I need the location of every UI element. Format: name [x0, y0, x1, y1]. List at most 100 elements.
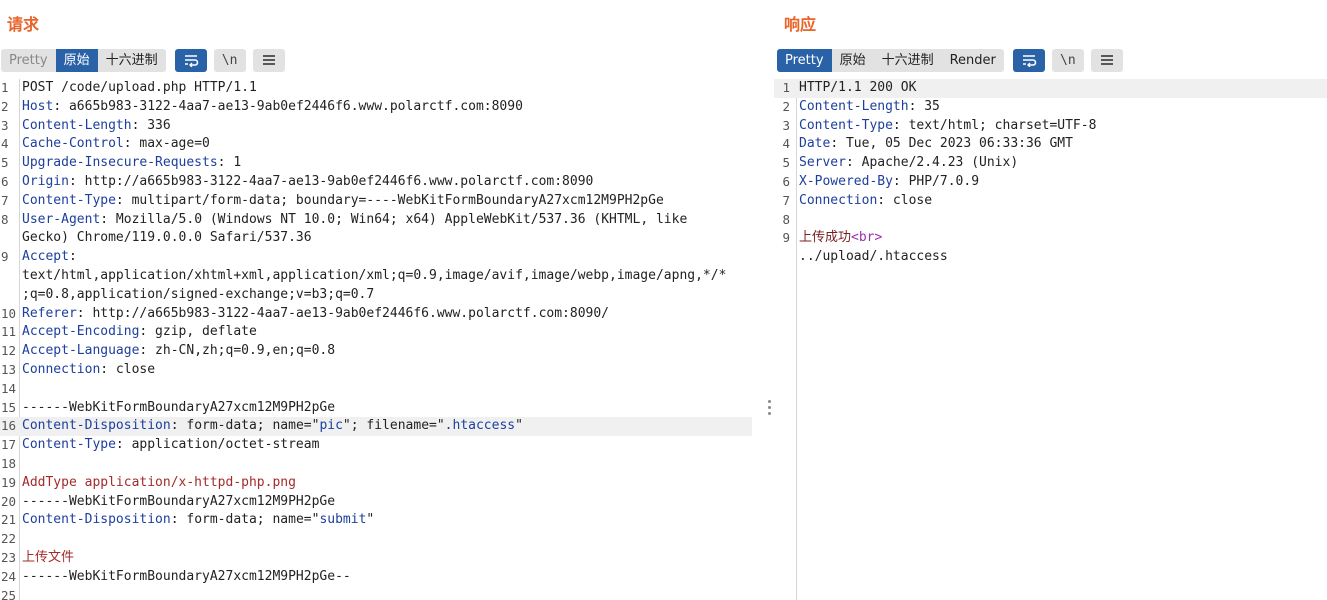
html-tag: <br> — [851, 230, 883, 246]
line-number: 18 — [1, 455, 17, 471]
header-name: Content-Type — [799, 117, 893, 133]
header-value: : Mozilla/5.0 (Windows NT 10.0; Win64; x… — [100, 211, 688, 227]
code-line: 7 Connection: close — [774, 192, 1327, 211]
code-line: 2 Host: a665b983-3122-4aa7-ae13-9ab0ef244… — [0, 98, 752, 117]
line-text: X-Powered-By: PHP/7.0.9 — [799, 173, 1327, 192]
line-number: 19 — [1, 474, 17, 490]
code-line: 6 X-Powered-By: PHP/7.0.9 — [774, 173, 1327, 192]
header-name: Content-Type — [22, 437, 116, 453]
response-tab-raw[interactable]: 原始 — [832, 49, 874, 72]
request-view-tabs: Pretty 原始 十六进制 — [1, 48, 166, 72]
line-text: ;q=0.8,application/signed-exchange;v=b3;… — [22, 286, 375, 302]
header-name: Host — [22, 98, 54, 114]
request-pane: 请求 Pretty 原始 十六进制 \n 1 POST /code/upload.… — [0, 0, 764, 600]
code-line: 16 Content-Disposition: form-data; name="… — [0, 417, 752, 437]
line-text: AddType application/x-httpd-php.png — [22, 474, 752, 493]
wrap-icon[interactable] — [1012, 48, 1045, 72]
line-text: POST /code/upload.php HTTP/1.1 — [22, 79, 752, 98]
line-number: 23 — [1, 549, 17, 565]
newline-label: \n — [221, 52, 238, 68]
header-value: ------WebKitFormBoundaryA27xcm12M9PH2pGe — [22, 399, 336, 415]
line-number: 3 — [782, 117, 790, 133]
line-number: 20 — [1, 493, 17, 509]
line-text: Content-Disposition: form-data; name="pi… — [22, 417, 752, 436]
header-name: Connection — [22, 361, 101, 377]
code-line-continuation: ../upload/.htaccess — [774, 248, 1327, 267]
header-value: : application/octet-stream — [115, 437, 320, 453]
line-number: 14 — [1, 380, 17, 396]
line-number: 5 — [1, 155, 9, 171]
line-number: 12 — [1, 343, 17, 359]
code-line: 8 User-Agent: Mozilla/5.0 (Windows NT 10.… — [0, 211, 752, 230]
body-text: AddType application/x-httpd-php.png — [22, 474, 296, 490]
newline-icon[interactable]: \n — [1051, 48, 1084, 72]
header-value: : 35 — [908, 98, 940, 114]
menu-icon[interactable] — [1090, 48, 1123, 72]
request-tab-hex[interactable]: 十六进制 — [98, 49, 166, 72]
code-line: 6 Origin: http://a665b983-3122-4aa7-ae13-… — [0, 173, 752, 192]
line-text: Accept-Language: zh-CN,zh;q=0.9,en;q=0.8 — [22, 342, 752, 361]
header-name: Content-Disposition — [22, 418, 171, 434]
request-tab-pretty[interactable]: Pretty — [1, 49, 56, 72]
line-text: 上传成功<br> — [799, 229, 1327, 248]
line-text: Content-Type: application/octet-stream — [22, 436, 752, 455]
line-number: 2 — [782, 98, 790, 114]
code-line: 3 Content-Type: text/html; charset=UTF-8 — [774, 117, 1327, 136]
code-line: 10 Referer: http://a665b983-3122-4aa7-ae1… — [0, 305, 752, 324]
request-tab-raw[interactable]: 原始 — [55, 48, 98, 72]
line-text: Cache-Control: max-age=0 — [22, 135, 752, 154]
code-line: 15 ------WebKitFormBoundaryA27xcm12M9PH2p… — [0, 399, 752, 418]
line-text: Accept-Encoding: gzip, deflate — [22, 323, 752, 342]
header-value: : text/html; charset=UTF-8 — [892, 117, 1097, 133]
header-value: : Apache/2.4.23 (Unix) — [845, 155, 1019, 171]
menu-icon[interactable] — [252, 48, 285, 72]
header-name: Content-Type — [22, 192, 116, 208]
header-name: Content-Length — [22, 117, 132, 133]
line-text: HTTP/1.1 200 OK — [799, 79, 1327, 98]
param-value: pic — [319, 418, 343, 434]
code-line: 5 Server: Apache/2.4.23 (Unix) — [774, 154, 1327, 173]
header-value: HTTP/1.1 200 OK — [799, 80, 917, 95]
newline-icon[interactable]: \n — [213, 48, 246, 72]
line-text: 上传文件 — [22, 549, 752, 568]
header-value: : http://a665b983-3122-4aa7-ae13-9ab0ef2… — [68, 173, 594, 189]
header-name: Referer — [22, 305, 77, 321]
code-line: 11 Accept-Encoding: gzip, deflate — [0, 323, 752, 342]
header-name: Origin — [22, 173, 69, 189]
header-name: Accept — [22, 249, 69, 265]
line-number: 8 — [1, 211, 9, 227]
line-text: text/html,application/xhtml+xml,applicat… — [22, 267, 727, 283]
param-quote: " — [366, 512, 375, 528]
response-tab-hex[interactable]: 十六进制 — [874, 49, 942, 72]
line-text: Content-Type: text/html; charset=UTF-8 — [799, 117, 1327, 136]
request-editor[interactable]: 1 POST /code/upload.php HTTP/1.1 2 Host: a6… — [0, 79, 752, 600]
code-line: 13 Connection: close — [0, 361, 752, 380]
line-text: Connection: close — [22, 361, 752, 380]
response-toolbar: Pretty 原始 十六进制 Render \n — [777, 48, 1123, 72]
wrap-icon[interactable] — [174, 48, 207, 72]
code-line: 23 上传文件 — [0, 549, 752, 568]
code-line: 4 Cache-Control: max-age=0 — [0, 135, 752, 154]
line-number: 16 — [1, 418, 17, 434]
splitter-handle-icon[interactable] — [766, 400, 772, 418]
line-number: 24 — [1, 568, 17, 584]
response-editor[interactable]: 1 HTTP/1.1 200 OK 2 Content-Length: 35 3 Cont… — [774, 79, 1327, 600]
response-tab-pretty[interactable]: Pretty — [777, 48, 832, 72]
line-number: 1 — [1, 80, 9, 95]
header-value: : Tue, 05 Dec 2023 06:33:36 GMT — [830, 136, 1073, 152]
response-tab-render[interactable]: Render — [942, 49, 1004, 72]
body-text: 上传成功 — [799, 230, 852, 246]
param-separator: "; filename=" — [342, 418, 445, 434]
pane-splitter[interactable] — [764, 0, 774, 600]
line-text: Content-Type: multipart/form-data; bound… — [22, 192, 752, 211]
header-value: : 336 — [131, 117, 171, 133]
line-text: Host: a665b983-3122-4aa7-ae13-9ab0ef2446… — [22, 98, 752, 117]
line-number: 17 — [1, 437, 17, 453]
line-text: Content-Length: 336 — [22, 117, 752, 136]
code-line: 7 Content-Type: multipart/form-data; boun… — [0, 192, 752, 211]
header-value: : max-age=0 — [123, 136, 210, 152]
line-number: 9 — [1, 249, 9, 265]
code-line: 22 — [0, 530, 752, 549]
param-value: submit — [319, 512, 367, 528]
code-line: 2 Content-Length: 35 — [774, 98, 1327, 117]
